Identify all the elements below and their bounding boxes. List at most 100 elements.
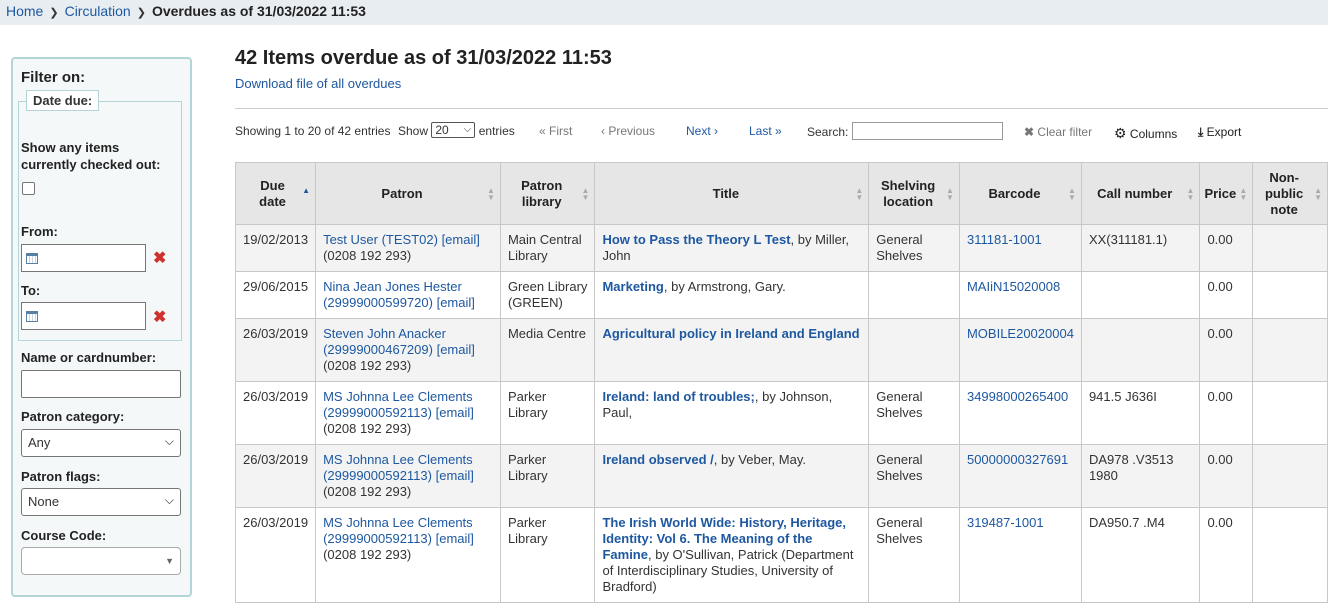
calendar-icon: [26, 253, 38, 264]
barcode-cell: MAIiN15020008: [958, 271, 1082, 319]
patron-cell: MS Johnna Lee Clements (29999000592113) …: [315, 444, 501, 508]
entries-label: entries: [478, 124, 515, 139]
search-label: Search:: [807, 125, 849, 140]
sort-icon: ▲ ▼: [1068, 186, 1076, 202]
patron-library-cell: Main Central Library: [499, 224, 596, 272]
column-header-title[interactable]: Title ▲ ▼: [594, 162, 870, 225]
patron-flags-select[interactable]: None ⌵: [21, 488, 181, 516]
shelving-location-cell: [868, 318, 960, 382]
patron-library-cell: Media Centre: [499, 318, 596, 382]
columns-button[interactable]: ⚙ Columns: [1114, 125, 1177, 142]
price-cell: 0.00: [1199, 318, 1254, 382]
table-row: 19/02/2013 Test User (TEST02) [email] (02…: [234, 224, 1328, 272]
barcode-link[interactable]: 311181-1001: [967, 232, 1042, 247]
email-link[interactable]: [email]: [437, 342, 475, 357]
column-header-price[interactable]: Price ▲ ▼: [1199, 162, 1254, 225]
title-link[interactable]: How to Pass the Theory L Test: [602, 232, 790, 247]
barcode-link[interactable]: MOBILE20020004: [967, 326, 1074, 341]
export-button[interactable]: ⤓ Export: [1198, 125, 1241, 140]
non-public-note-cell: [1252, 318, 1328, 382]
barcode-link[interactable]: 50000000327691: [967, 452, 1068, 467]
filter-title: Filter on:: [21, 69, 86, 86]
barcode-link[interactable]: MAIiN15020008: [967, 279, 1060, 294]
email-link[interactable]: [email]: [436, 531, 474, 546]
chevron-right-icon: ❯: [49, 7, 59, 19]
download-overdues-link[interactable]: Download file of all overdues: [235, 76, 401, 91]
call-number-cell: DA978 .V3513 1980: [1080, 444, 1201, 508]
patron-cell: MS Johnna Lee Clements (29999000592113) …: [315, 381, 501, 445]
patron-category-select[interactable]: Any ⌵: [21, 429, 181, 457]
column-header-patron-library[interactable]: Patron library ▲ ▼: [499, 162, 596, 225]
breadcrumb: Home ❯ Circulation ❯ Overdues as of 31/03/20…: [0, 0, 1328, 25]
clear-filter-button[interactable]: ✖ Clear filter: [1024, 125, 1092, 139]
price: 0.00: [1207, 326, 1233, 341]
column-header-patron[interactable]: Patron ▲ ▼: [315, 162, 501, 225]
first-page-button[interactable]: « First: [539, 124, 572, 138]
non-public-note-cell: [1252, 444, 1328, 508]
sort-icon: ▲ ▼: [855, 186, 864, 202]
call-number: XX(311181.1): [1088, 232, 1168, 247]
title-cell: Marketing, by Armstrong, Gary.: [594, 271, 870, 319]
clear-to-date-icon[interactable]: ✖: [153, 307, 166, 327]
barcode-link[interactable]: 34998000265400: [967, 389, 1068, 404]
title-link[interactable]: Ireland: land of troubles;: [602, 389, 754, 404]
course-code-label: Course Code:: [21, 528, 107, 543]
barcode-link[interactable]: 319487-1001: [967, 515, 1044, 530]
patron-link[interactable]: Steven John Anacker (29999000467209): [323, 326, 446, 357]
due-date: 26/03/2019: [243, 326, 309, 341]
date-due-legend: Date due:: [26, 90, 100, 111]
search-input[interactable]: [852, 122, 1004, 140]
patron-library-cell: Parker Library: [499, 381, 596, 445]
course-code-select[interactable]: ▼: [21, 547, 181, 575]
from-date-input[interactable]: [21, 244, 146, 272]
name-cardnumber-input[interactable]: [21, 370, 181, 398]
chevron-down-icon: ⌵: [164, 493, 174, 507]
patron-link[interactable]: Test User (TEST02): [323, 232, 438, 247]
patron-flags-label: Patron flags:: [21, 469, 101, 484]
columns-label: Columns: [1129, 127, 1178, 141]
column-header-label: Call number: [1097, 185, 1173, 201]
column-header-due-date[interactable]: Due date ▲: [234, 162, 317, 225]
title-link[interactable]: Ireland observed /: [602, 452, 713, 467]
patron-category-label: Patron category:: [21, 409, 125, 424]
date-due-fieldset: Date due: Show any items currently check…: [18, 90, 182, 341]
to-label: To:: [21, 283, 41, 298]
email-link[interactable]: [email]: [442, 232, 480, 247]
barcode-cell: 311181-1001: [958, 224, 1082, 272]
breadcrumb-home-link[interactable]: Home: [6, 3, 43, 19]
due-date: 29/06/2015: [243, 279, 309, 294]
email-link[interactable]: [email]: [437, 295, 475, 310]
title-cell: The Irish World Wide: History, Heritage,…: [594, 507, 870, 603]
shelving-location-cell: General Shelves: [868, 444, 960, 508]
due-date-cell: 26/03/2019: [234, 381, 317, 445]
page-length-value: 20: [435, 123, 449, 137]
title-link[interactable]: Marketing: [602, 279, 663, 294]
column-header-shelving-location[interactable]: Shelving location ▲ ▼: [868, 162, 960, 225]
non-public-note-cell: [1252, 507, 1328, 603]
caret-down-icon: ▼: [165, 556, 174, 566]
column-header-label: Title: [712, 185, 740, 201]
shelving-location: General Shelves: [876, 389, 923, 420]
to-date-input[interactable]: [21, 302, 146, 330]
title-link[interactable]: Agricultural policy in Ireland and Engla…: [602, 326, 859, 341]
column-header-label: Shelving location: [881, 177, 936, 209]
call-number-cell: [1080, 271, 1201, 319]
email-link[interactable]: [email]: [436, 468, 474, 483]
previous-page-button[interactable]: ‹ Previous: [601, 124, 655, 138]
page-length-select[interactable]: 20 ⌵: [431, 122, 476, 138]
column-header-label: Patron library: [521, 177, 563, 209]
clear-from-date-icon[interactable]: ✖: [153, 248, 166, 268]
column-header-non-public-note[interactable]: Non-public note ▲ ▼: [1252, 162, 1328, 225]
last-page-button[interactable]: Last »: [749, 124, 782, 138]
patron-cell: MS Johnna Lee Clements (29999000592113) …: [315, 507, 501, 603]
column-header-barcode[interactable]: Barcode ▲ ▼: [958, 162, 1082, 225]
column-header-call-number[interactable]: Call number ▲ ▼: [1080, 162, 1201, 225]
breadcrumb-circulation-link[interactable]: Circulation: [65, 3, 131, 19]
non-public-note-cell: [1252, 271, 1328, 319]
shelving-location-cell: General Shelves: [868, 507, 960, 603]
barcode-cell: MOBILE20020004: [958, 318, 1082, 382]
show-checked-out-checkbox[interactable]: [22, 182, 35, 195]
next-page-button[interactable]: Next ›: [686, 124, 718, 138]
chevron-right-icon: ❯: [136, 7, 146, 19]
email-link[interactable]: [email]: [436, 405, 474, 420]
